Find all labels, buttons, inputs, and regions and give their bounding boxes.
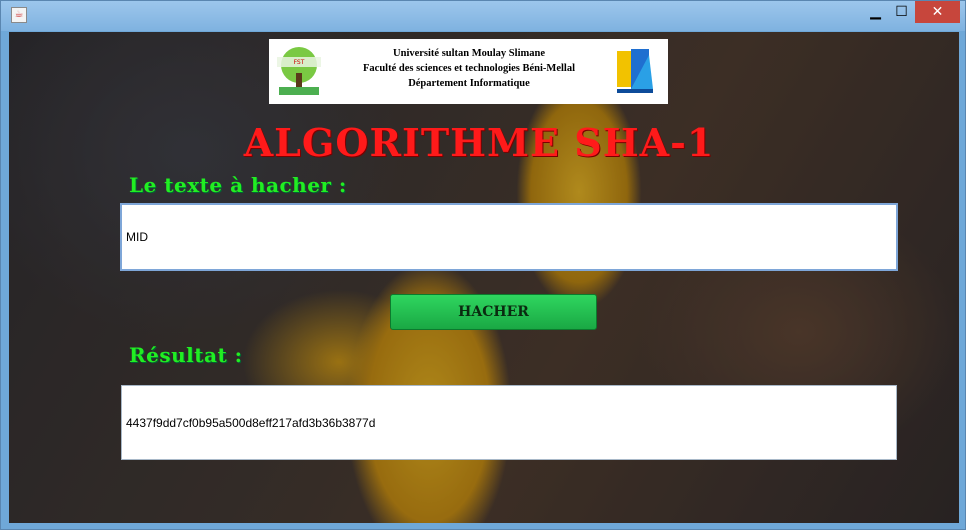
app-window: ☕ ▁ ☐ ✕ FST Université sultan Moulay Sli… [0,0,966,530]
result-label: Résultat : [129,343,243,367]
input-label: Le texte à hacher : [129,173,347,197]
content-panel: FST Université sultan Moulay Slimane Fac… [9,32,959,523]
result-output-field[interactable]: 4437f9dd7cf0b95a500d8eff217afd3b36b3877d [121,385,897,460]
university-banner: FST Université sultan Moulay Slimane Fac… [269,39,668,104]
beni-mellal-logo [617,49,653,93]
svg-text:FST: FST [294,59,305,66]
banner-university-name: Université sultan Moulay Slimane [393,48,545,59]
close-button[interactable]: ✕ [915,1,960,23]
minimize-button[interactable]: ▁ [863,1,888,23]
fst-logo: FST [277,47,321,95]
banner-faculty-name: Faculté des sciences et technologies Bén… [363,63,575,74]
banner-department-name: Département Informatique [408,78,530,89]
page-title: ALGORITHME SHA-1 [243,120,715,165]
java-app-icon[interactable]: ☕ [11,7,27,23]
hash-button[interactable]: HACHER [390,294,597,330]
maximize-button[interactable]: ☐ [889,1,914,23]
title-bar[interactable]: ☕ ▁ ☐ ✕ [1,1,965,31]
text-to-hash-input[interactable] [120,203,898,271]
